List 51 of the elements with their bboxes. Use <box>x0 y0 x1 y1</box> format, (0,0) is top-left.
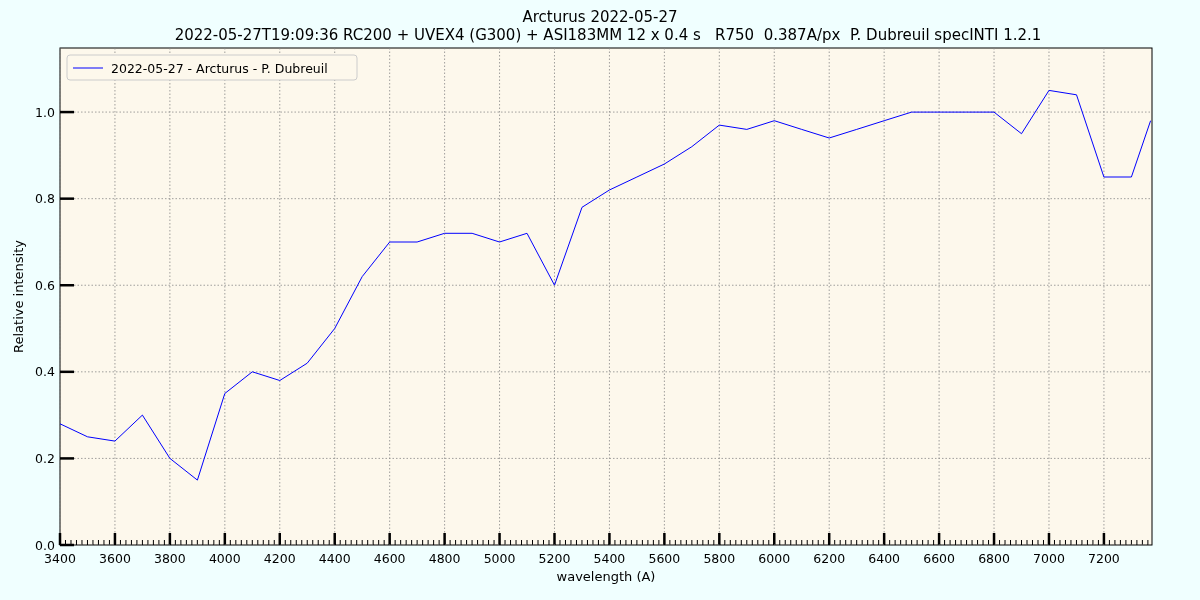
x-tick <box>223 533 227 545</box>
x-axis-label: wavelength (A) <box>556 569 656 584</box>
x-tick-label: 4000 <box>208 551 241 566</box>
x-tick-label: 5800 <box>703 551 736 566</box>
x-tick <box>388 533 391 545</box>
x-tick-label: 3400 <box>44 551 76 566</box>
x-tick-label: 6000 <box>758 551 791 566</box>
x-tick-label: 4400 <box>318 551 351 566</box>
x-tick-label: 6400 <box>868 551 901 566</box>
legend-line-icon <box>72 67 104 69</box>
y-tick-label: 0.2 <box>35 450 55 466</box>
x-tick <box>443 533 446 545</box>
y-tick-label: 0.6 <box>35 277 55 293</box>
x-tick-label: 5600 <box>648 551 681 566</box>
x-tick-label: 5000 <box>483 551 516 566</box>
x-tick-label: 6600 <box>923 551 955 566</box>
x-tick-label: 4200 <box>263 551 296 566</box>
x-tick-label: 7200 <box>1088 551 1120 566</box>
y-tick <box>60 543 74 547</box>
y-tick-label: 0.4 <box>35 364 55 380</box>
x-tick <box>773 533 776 545</box>
x-tick-label: 3600 <box>99 551 131 566</box>
x-tick <box>608 533 611 545</box>
y-tick <box>60 197 74 200</box>
y-tick <box>60 457 74 460</box>
y-tick <box>60 370 74 374</box>
x-tick-label: 6200 <box>813 551 846 566</box>
x-tick-label: 5400 <box>593 551 626 566</box>
x-tick <box>498 533 501 545</box>
x-tick <box>882 533 886 545</box>
legend-label: 2022-05-27 - Arcturus - P. Dubreuil <box>111 60 328 76</box>
chart-subtitle: 2022-05-27T19:09:36 RC200 + UVEX4 (G300) + ASI183MM 12 x 0.4 s R750 0.387A/px P. Dubreuil specINTI 1.2.1 <box>174 26 1042 44</box>
y-axis-label: Relative intensity <box>11 240 26 353</box>
x-tick <box>553 533 556 545</box>
x-tick <box>718 533 721 545</box>
x-tick <box>827 533 831 545</box>
x-tick <box>333 533 336 545</box>
x-tick-label: 6800 <box>978 551 1010 566</box>
x-tick-label: 4600 <box>373 551 406 566</box>
y-tick <box>60 110 74 114</box>
y-tick-label: 0.0 <box>35 537 55 553</box>
x-tick-label: 7000 <box>1033 551 1065 566</box>
y-tick <box>60 284 74 287</box>
x-tick-label: 3800 <box>154 551 186 566</box>
x-tick <box>663 533 666 545</box>
x-tick-label: 4800 <box>428 551 461 566</box>
chart-title: Arcturus 2022-05-27 <box>522 8 678 26</box>
x-tick-label: 5200 <box>538 551 571 566</box>
y-tick-label: 0.8 <box>35 191 55 207</box>
y-tick-label: 1.0 <box>35 104 55 120</box>
x-tick <box>278 533 281 545</box>
